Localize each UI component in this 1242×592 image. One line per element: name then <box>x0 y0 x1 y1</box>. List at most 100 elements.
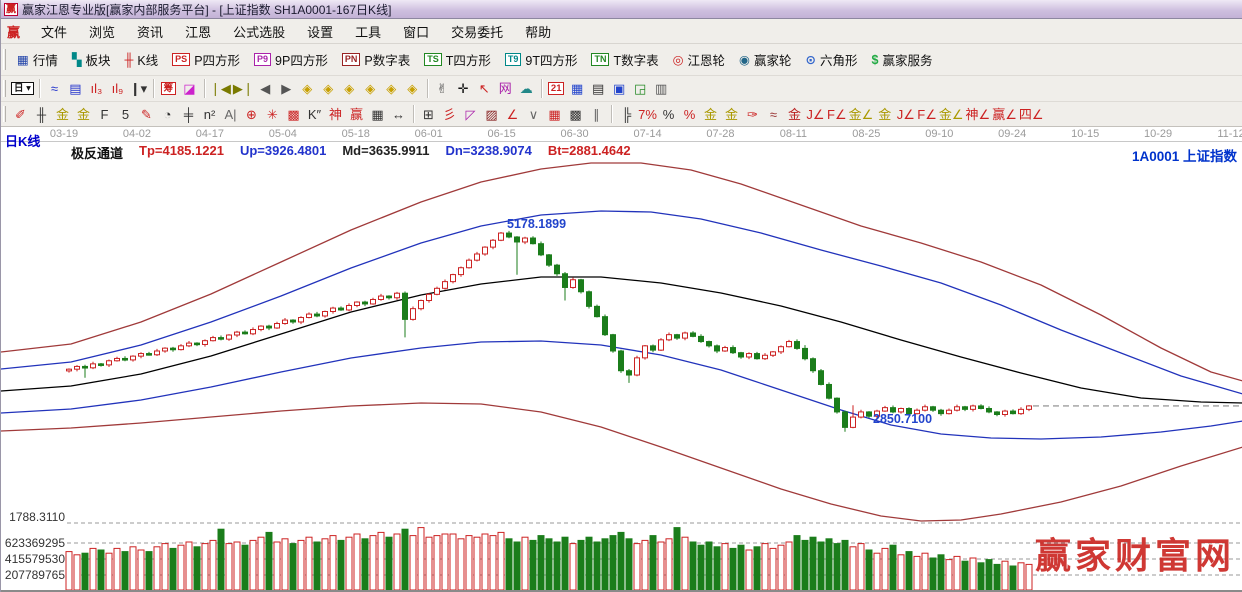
calculator-icon[interactable]: ▦ <box>567 79 588 99</box>
si-angle-icon[interactable]: 四∠ <box>1018 104 1045 124</box>
ying-angle-icon[interactable]: 赢∠ <box>991 104 1018 124</box>
diamond-left-icon[interactable]: ◈ <box>297 79 318 99</box>
toolbar-grip[interactable] <box>3 106 6 123</box>
percent-line-icon[interactable]: % <box>679 104 700 124</box>
k-count-icon[interactable]: K″ <box>304 104 325 124</box>
j-angle-icon[interactable]: J∠ <box>805 104 826 124</box>
f-marker-icon[interactable]: F <box>94 104 115 124</box>
menu-item-4[interactable]: 江恩 <box>174 23 222 42</box>
quote-table-button[interactable]: ▦行情 <box>10 44 65 75</box>
kline-chart[interactable] <box>1 127 1242 592</box>
crosshair-icon[interactable]: ✛ <box>453 79 474 99</box>
percent-icon[interactable]: % <box>658 104 679 124</box>
gold-circle-icon[interactable]: 金 <box>700 104 721 124</box>
pointer-tag-icon[interactable]: ↖ <box>474 79 495 99</box>
n2-icon[interactable]: n² <box>199 104 220 124</box>
span-measure-icon[interactable]: ↔ <box>388 104 409 124</box>
gann-grid-icon[interactable]: ╫ <box>31 104 52 124</box>
winner-wheel-button[interactable]: ◉赢家轮 <box>732 44 798 75</box>
last-bar-icon[interactable]: ▶❘ <box>232 79 255 99</box>
fan-box-icon[interactable]: ◸ <box>460 104 481 124</box>
wave-percent-icon[interactable]: ≈ <box>763 104 784 124</box>
measure-grid-icon[interactable]: ▦ <box>367 104 388 124</box>
shen-angle-icon[interactable]: 神∠ <box>965 104 992 124</box>
rocket-marker-icon[interactable]: ✎ <box>136 104 157 124</box>
a-channel-icon[interactable]: A| <box>220 104 241 124</box>
price-grid-icon[interactable]: ╪ <box>178 104 199 124</box>
time-cycle-icon[interactable]: ◔ <box>157 104 178 124</box>
dark-grid-icon[interactable]: ▩ <box>565 104 586 124</box>
notebook-icon[interactable]: ▤ <box>588 79 609 99</box>
fan-grid-icon[interactable]: ▨ <box>481 104 502 124</box>
diamond-expand-icon[interactable]: ◈ <box>402 79 423 99</box>
zigzag-line-icon[interactable]: ∨ <box>523 104 544 124</box>
cloud-map-icon[interactable]: ☁ <box>516 79 537 99</box>
ying-marker-icon[interactable]: 赢 <box>346 104 367 124</box>
net-curve-icon[interactable]: ≈ <box>44 79 65 99</box>
hand-drag-icon[interactable]: ✌ <box>432 79 453 99</box>
p9-square-button[interactable]: P99P四方形 <box>247 44 335 75</box>
menu-item-6[interactable]: 设置 <box>296 23 344 42</box>
chip-distribution-icon[interactable]: 筹 <box>158 79 179 99</box>
p-square-button[interactable]: PSP四方形 <box>165 44 247 75</box>
t9-square-button[interactable]: T99T四方形 <box>498 44 585 75</box>
diamond-hzoom-icon[interactable]: ◈ <box>339 79 360 99</box>
p-number-table-button[interactable]: PNP数字表 <box>335 44 417 75</box>
toolbar-grip[interactable] <box>3 80 6 98</box>
five-marker-icon[interactable]: 5 <box>115 104 136 124</box>
printer-icon[interactable]: ▥ <box>651 79 672 99</box>
gold-angle-icon[interactable]: 金∠ <box>848 104 875 124</box>
f-lines-icon[interactable]: F∠ <box>916 104 938 124</box>
f-angle-icon[interactable]: F∠ <box>826 104 848 124</box>
diamond-right-icon[interactable]: ◈ <box>318 79 339 99</box>
menu-item-5[interactable]: 公式选股 <box>222 23 296 42</box>
gann-box-icon[interactable]: ⊞ <box>418 104 439 124</box>
parallel-lines-icon[interactable]: ∥ <box>586 104 607 124</box>
kline-button[interactable]: ╫K线 <box>117 44 165 75</box>
menu-item-8[interactable]: 窗口 <box>392 23 440 42</box>
j-lines-icon[interactable]: J∠ <box>895 104 916 124</box>
net-tool-icon[interactable]: 网 <box>495 79 516 99</box>
first-bar-icon[interactable]: ❘◀ <box>209 79 232 99</box>
calendar-21-icon[interactable]: 21 <box>546 79 567 99</box>
gold-band-icon[interactable]: 金 <box>784 104 805 124</box>
percent-channel-icon[interactable]: 7% <box>637 104 658 124</box>
diamond-compress-icon[interactable]: ◈ <box>381 79 402 99</box>
menu-item-7[interactable]: 工具 <box>344 23 392 42</box>
pen-knife-icon[interactable]: ✐ <box>10 104 31 124</box>
menu-item-2[interactable]: 浏览 <box>78 23 126 42</box>
bars-3-icon[interactable]: ıl₃ <box>86 79 107 99</box>
fan-lines-icon[interactable]: 彡 <box>439 104 460 124</box>
color-histogram-icon[interactable]: ◪ <box>179 79 200 99</box>
star-web-icon[interactable]: ✳ <box>262 104 283 124</box>
winner-service-button[interactable]: $赢家服务 <box>864 44 939 75</box>
menu-item-9[interactable]: 交易委托 <box>440 23 514 42</box>
stat-bars-icon[interactable]: ╠ <box>616 104 637 124</box>
menu-item-1[interactable]: 文件 <box>30 23 78 42</box>
square-web-icon[interactable]: ▩ <box>283 104 304 124</box>
gann-compass-icon[interactable]: ⊕ <box>241 104 262 124</box>
hexagon-button[interactable]: ⊙六角形 <box>798 44 864 75</box>
angle-line-icon[interactable]: ∠ <box>502 104 523 124</box>
web-doc-icon[interactable]: ◲ <box>630 79 651 99</box>
sectors-button[interactable]: ▚板块 <box>65 44 118 75</box>
gold-channel-icon[interactable]: 金 <box>721 104 742 124</box>
diamond-xzoom-icon[interactable]: ◈ <box>360 79 381 99</box>
shen-marker-icon[interactable]: 神 <box>325 104 346 124</box>
gold-underline-icon[interactable]: 金 <box>874 104 895 124</box>
next-bar-icon[interactable]: ▶ <box>276 79 297 99</box>
memo-icon[interactable]: ▤ <box>65 79 86 99</box>
gold-marker1-icon[interactable]: 金 <box>52 104 73 124</box>
toolbar-grip[interactable] <box>3 49 6 71</box>
period-day-dropdown[interactable]: 日 ▾ <box>10 79 35 99</box>
red-grid-icon[interactable]: ▦ <box>544 104 565 124</box>
brush-pen-icon[interactable]: ✑ <box>742 104 763 124</box>
bars-9-icon[interactable]: ıl₉ <box>107 79 128 99</box>
gold-lines2-icon[interactable]: 金∠ <box>938 104 965 124</box>
gold-marker2-icon[interactable]: 金 <box>73 104 94 124</box>
menu-item-3[interactable]: 资讯 <box>126 23 174 42</box>
save-icon[interactable]: ▣ <box>609 79 630 99</box>
gann-wheel-button[interactable]: ◎江恩轮 <box>666 44 732 75</box>
t-square-button[interactable]: TST四方形 <box>417 44 498 75</box>
t-number-table-button[interactable]: TNT数字表 <box>584 44 665 75</box>
